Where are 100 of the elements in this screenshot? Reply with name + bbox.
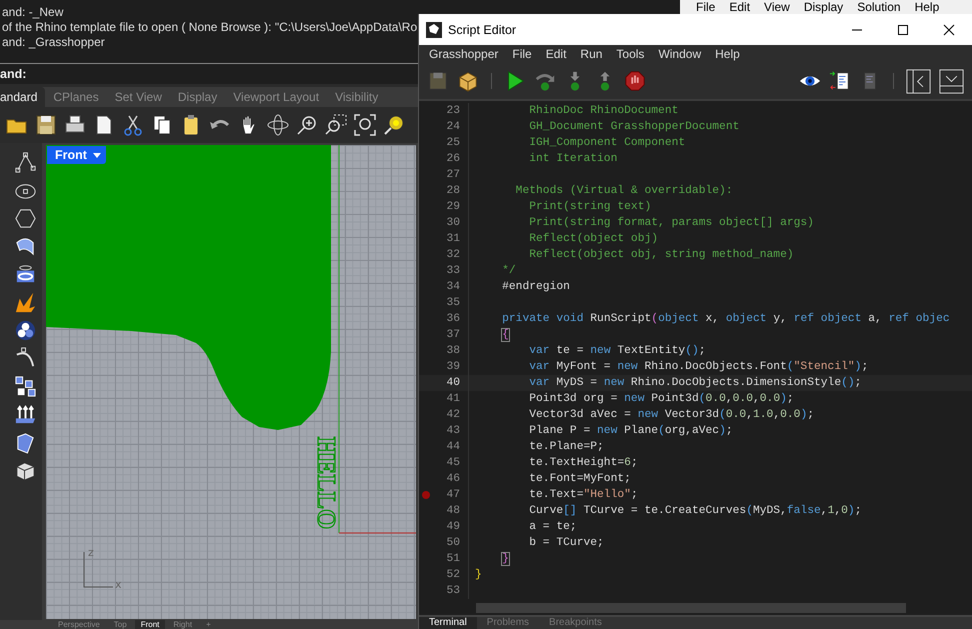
explosion-icon[interactable] bbox=[14, 291, 37, 314]
line-number: 43 bbox=[446, 424, 460, 439]
command-prompt: and: bbox=[0, 67, 26, 81]
zoom-window-icon[interactable] bbox=[324, 113, 348, 137]
maximize-icon bbox=[897, 24, 909, 36]
code-line: #endregion bbox=[501, 280, 570, 295]
menu-item[interactable]: File bbox=[690, 0, 724, 14]
code-line: Methods (Virtual & overridable): bbox=[514, 184, 733, 199]
menu-item[interactable]: Grasshopper bbox=[422, 45, 506, 63]
line-number: 29 bbox=[446, 200, 460, 215]
line-number: 46 bbox=[446, 472, 460, 487]
up-arrows-icon[interactable] bbox=[14, 403, 37, 426]
code-line: int Iteration bbox=[528, 152, 618, 167]
code-line: IGH_Component Component bbox=[528, 136, 686, 151]
command-history-line: and: _Grasshopper bbox=[1, 35, 106, 50]
command-history-line: of the Rhino template file to open ( None Browse ): "C:\Users\Joe\AppData\Ro bbox=[1, 20, 418, 35]
panel-tab[interactable]: Terminal bbox=[419, 617, 477, 629]
code-line: Vector3d aVec = new Vector3d(0.0,1.0,0.0); bbox=[528, 408, 814, 423]
menu-item[interactable]: Window bbox=[651, 45, 708, 63]
code-line: { bbox=[501, 328, 509, 343]
line-number: 45 bbox=[446, 456, 460, 471]
line-number: 53 bbox=[446, 584, 460, 599]
code-line: Plane P = new Plane(org,aVec); bbox=[528, 424, 733, 439]
menu-item[interactable]: View bbox=[758, 0, 798, 14]
code-line: Reflect(object obj) bbox=[528, 232, 658, 247]
squares-icon[interactable] bbox=[14, 375, 37, 398]
code-line: var MyFont = new Rhino.DocObjects.Font("Stencil"); bbox=[528, 360, 868, 375]
collapse-left-icon[interactable] bbox=[906, 68, 931, 94]
line-number: 52 bbox=[446, 568, 460, 583]
code-line: a = te; bbox=[528, 520, 577, 535]
orbit-icon[interactable] bbox=[266, 113, 290, 137]
menu-item[interactable]: Edit bbox=[538, 45, 574, 63]
line-number: 42 bbox=[446, 408, 460, 423]
toolbar-tab[interactable]: andard bbox=[0, 87, 46, 107]
viewport-tab[interactable]: Front bbox=[134, 620, 166, 629]
caret-icon[interactable] bbox=[92, 151, 102, 159]
line-number: 24 bbox=[446, 120, 460, 135]
axis-icon bbox=[84, 552, 114, 588]
menu-item[interactable]: Run bbox=[573, 45, 610, 63]
line-number: 47 bbox=[446, 488, 460, 503]
line-number: 48 bbox=[446, 504, 460, 519]
code-line: Point3d org = new Point3d(0.0,0.0,0.0); bbox=[528, 392, 794, 407]
line-number: 23 bbox=[446, 104, 460, 119]
code-line: te.Plane=P; bbox=[528, 440, 604, 455]
menu-item[interactable]: Tools bbox=[609, 45, 652, 63]
code-line: */ bbox=[501, 264, 516, 279]
code-line: GH_Document GrasshopperDocument bbox=[528, 120, 740, 135]
line-number: 35 bbox=[446, 296, 460, 311]
model-text: HELLO bbox=[312, 436, 341, 530]
code-line: Print(string text) bbox=[528, 200, 652, 215]
line-number: 33 bbox=[446, 264, 460, 279]
code-line: Reflect(object obj, string method_name) bbox=[528, 248, 794, 263]
menu-item[interactable]: Edit bbox=[723, 0, 758, 14]
menu-item[interactable]: Help bbox=[708, 45, 747, 63]
line-number: 30 bbox=[446, 216, 460, 231]
polyline-icon[interactable] bbox=[14, 151, 37, 174]
code-line: } bbox=[501, 552, 509, 567]
axis-label: x bbox=[115, 578, 122, 591]
line-number: 39 bbox=[446, 360, 460, 375]
menu-item[interactable]: Solution bbox=[851, 0, 909, 14]
scrollbar-thumb[interactable] bbox=[476, 603, 906, 613]
menu-item[interactable]: Display bbox=[798, 0, 852, 14]
stop-hand-icon[interactable] bbox=[624, 70, 646, 92]
code-line: Print(string format, params object[] args) bbox=[528, 216, 814, 231]
menu-item[interactable]: Help bbox=[908, 0, 948, 14]
code-line: te.Text="Hello"; bbox=[528, 488, 638, 503]
package-box-icon[interactable] bbox=[457, 70, 479, 92]
line-number: 27 bbox=[446, 168, 460, 183]
line-number: 44 bbox=[446, 440, 460, 455]
circles-icon[interactable] bbox=[14, 319, 37, 342]
code-line: RhinoDoc RhinoDocument bbox=[528, 104, 678, 119]
code-line: var MyDS = new Rhino.DocObjects.DimensionStyle(); bbox=[528, 376, 862, 391]
viewport-label[interactable]: Front bbox=[47, 146, 106, 164]
line-number: 26 bbox=[446, 152, 460, 167]
line-number: 31 bbox=[446, 232, 460, 247]
code-line: Curve[] TCurve = te.CreateCurves(MyDS,false,1,0); bbox=[528, 504, 862, 519]
zoom-extents-icon[interactable] bbox=[353, 113, 377, 137]
line-number: 32 bbox=[446, 248, 460, 263]
close-icon bbox=[943, 24, 955, 36]
collapse-down-icon[interactable] bbox=[939, 68, 964, 94]
code-line: private void RunScript(object x, object y, ref object a, ref objec bbox=[501, 312, 950, 327]
code-line: var te = new TextEntity(); bbox=[528, 344, 706, 359]
code-line: } bbox=[474, 568, 482, 583]
line-number: 50 bbox=[446, 536, 460, 551]
document-arrows-icon[interactable] bbox=[829, 70, 851, 92]
command-history-line: and: -_New bbox=[1, 5, 64, 20]
code-line: te.Font=MyFont; bbox=[528, 472, 631, 487]
window-title: Script Editor bbox=[448, 22, 516, 36]
code-line: b = TCurve; bbox=[528, 536, 604, 551]
zoom-selected-icon[interactable] bbox=[382, 113, 406, 137]
viewport-grid[interactable]: Front HELLO z x bbox=[46, 145, 416, 619]
line-number: 37 bbox=[446, 328, 460, 343]
line-number: 38 bbox=[446, 344, 460, 359]
line-number: 25 bbox=[446, 136, 460, 151]
line-number: 28 bbox=[446, 184, 460, 199]
line-number: 40 bbox=[446, 376, 460, 391]
line-number: 34 bbox=[446, 280, 460, 295]
axis-label: z bbox=[88, 546, 94, 559]
menu-item[interactable]: File bbox=[505, 45, 539, 63]
hexagon-icon[interactable] bbox=[14, 207, 37, 230]
